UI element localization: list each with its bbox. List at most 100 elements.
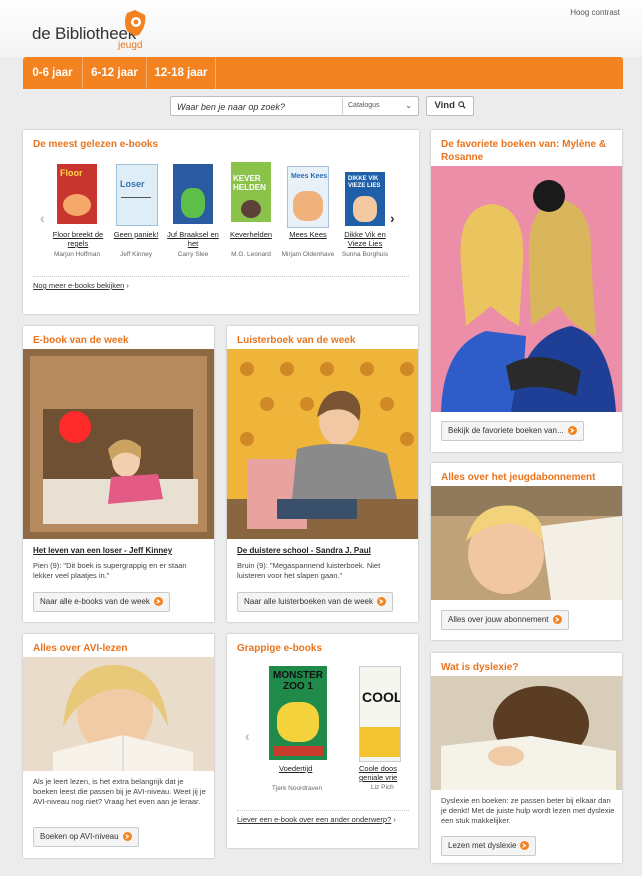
high-contrast-link[interactable]: Hoog contrast	[570, 8, 620, 17]
tab-0-6[interactable]: 0-6 jaar	[23, 57, 83, 89]
book-cover[interactable]	[173, 164, 213, 224]
favorites-photo-illustration	[431, 166, 622, 412]
subscription-photo-illustration	[431, 486, 622, 600]
book-author: Liz Pich	[371, 784, 394, 791]
book-title[interactable]: Mees Kees	[281, 230, 335, 239]
subscription-button[interactable]: Alles over jouw abonnement	[441, 610, 569, 630]
catalog-select-value: Catalogus	[348, 102, 380, 109]
divider	[237, 810, 409, 811]
avi-photo	[23, 657, 214, 771]
dyslexia-photo-illustration	[431, 676, 622, 790]
book-author: Carry Slee	[177, 251, 209, 258]
ebook-week-text: Pien (9): "Dit boek is supergrappig en e…	[33, 561, 187, 580]
audiobook-week-title: Luisterboek van de week	[237, 335, 356, 346]
audiobook-week-text: Bruin (9): "Megaspannend luisterboek. Ni…	[237, 561, 381, 580]
age-nav: 0-6 jaar 6-12 jaar 12-18 jaar	[23, 57, 623, 89]
favorites-button[interactable]: Bekijk de favoriete boeken van...	[441, 421, 584, 441]
dyslexia-button-label: Lezen met dyslexie	[448, 841, 517, 850]
dyslexia-card: Wat is dyslexie? Dyslexie en boeken: ze …	[431, 653, 622, 863]
catalog-select[interactable]: Catalogus ⌄	[342, 98, 416, 114]
logo-icon[interactable]	[123, 9, 147, 37]
carousel-next-icon[interactable]: ›	[390, 210, 395, 226]
dyslexia-text: Dyslexie en boeken: ze passen beter bij …	[441, 796, 615, 825]
ebook-week-button[interactable]: Naar alle e-books van de week	[33, 592, 170, 612]
book-author: Marjon Hoffman	[53, 251, 101, 258]
tab-12-18[interactable]: 12-18 jaar	[147, 57, 216, 89]
book-title[interactable]: Keverhelden	[224, 230, 278, 239]
book-cover[interactable]: DIKKE VIK VIEZE LIES	[345, 172, 385, 226]
carousel-prev-icon[interactable]: ‹	[245, 728, 250, 744]
subscription-card: Alles over het jeugdabonnement Alles ove…	[431, 463, 622, 640]
ebook-week-card: E-book van de week Het leven van een los…	[23, 326, 214, 622]
book-author: Jeff Kinney	[119, 251, 153, 258]
subscription-title: Alles over het jeugdabonnement	[441, 472, 596, 483]
ebook-week-photo-illustration	[23, 349, 214, 539]
book-cover[interactable]: MONSTER ZOO 1	[269, 666, 327, 760]
book-title[interactable]: Coole doos geniale vrie	[359, 764, 399, 782]
chevron-down-icon: ⌄	[405, 101, 412, 110]
book-author: Tjerk Noordraven	[271, 785, 323, 792]
arrow-right-icon	[153, 597, 163, 607]
book-cover[interactable]: COOL	[359, 666, 401, 762]
book-cover[interactable]: Loser	[116, 164, 158, 226]
book-cover-text: MONSTER ZOO 1	[273, 670, 323, 692]
search-button[interactable]: Vind	[426, 96, 474, 116]
avi-button[interactable]: Boeken op AVI-niveau	[33, 827, 139, 847]
audiobook-week-card: Luisterboek van de week De duistere scho…	[227, 326, 418, 622]
arrow-right-icon	[122, 832, 132, 842]
book-cover[interactable]: Mees Kees	[287, 166, 329, 228]
divider	[33, 276, 409, 277]
audiobook-week-book-link[interactable]: De duistere school - Sandra J. Paul	[237, 546, 371, 555]
avi-text: Als je leert lezen, is het extra belangr…	[33, 777, 206, 806]
book-cover[interactable]: KEVER HELDEN	[231, 162, 271, 222]
audiobook-week-photo-illustration	[227, 349, 418, 539]
dyslexia-title: Wat is dyslexie?	[441, 662, 519, 673]
funny-ebooks-title: Grappige e-books	[237, 643, 323, 654]
more-ebooks-link[interactable]: Nog meer e-books bekijken ›	[33, 281, 129, 290]
logo-subtitle: jeugd	[118, 40, 143, 51]
ebook-week-button-label: Naar alle e-books van de week	[40, 597, 150, 606]
avi-button-label: Boeken op AVI-niveau	[40, 832, 119, 841]
dyslexia-button[interactable]: Lezen met dyslexie	[441, 836, 537, 856]
book-title[interactable]: Floor breekt de regels	[51, 230, 105, 248]
book-title[interactable]: Voedertijd	[279, 764, 312, 773]
book-author: M.G. Leonard	[231, 251, 271, 258]
arrow-right-icon	[552, 615, 562, 625]
book-author: Sunna Borghuis	[341, 251, 389, 258]
carousel-prev-icon[interactable]: ‹	[40, 210, 45, 226]
book-title[interactable]: Dikke Vik en Vieze Lies	[338, 230, 392, 248]
ebook-week-title: E-book van de week	[33, 335, 129, 346]
more-ebooks-label: Nog meer e-books bekijken	[33, 281, 125, 290]
book-title[interactable]: Geen paniek!	[109, 230, 163, 239]
other-topic-label: Liever een e-book over een ander onderwe…	[237, 815, 392, 824]
book-title[interactable]: Juf Braaksel en het	[166, 230, 220, 248]
favorites-button-label: Bekijk de favoriete boeken van...	[448, 426, 564, 435]
arrow-right-icon	[567, 426, 577, 436]
favorites-title: De favoriete boeken van: Mylène & Rosann…	[441, 139, 607, 163]
tab-6-12[interactable]: 6-12 jaar	[83, 57, 147, 89]
ebook-week-book-link[interactable]: Het leven van een loser - Jeff Kinney	[33, 546, 172, 555]
arrow-right-icon	[520, 841, 530, 851]
other-topic-link[interactable]: Liever een e-book over een ander onderwe…	[237, 815, 396, 824]
audiobook-week-button[interactable]: Naar alle luisterboeken van de week	[237, 592, 393, 612]
book-cover-text: COOL	[362, 689, 401, 705]
subscription-button-label: Alles over jouw abonnement	[448, 615, 549, 624]
audiobook-week-photo	[227, 349, 418, 539]
search-icon	[457, 101, 466, 109]
avi-title: Alles over AVI-lezen	[33, 643, 128, 654]
avi-photo-illustration	[23, 657, 214, 771]
search-button-label: Vind	[434, 100, 455, 111]
funny-ebooks-card: Grappige e-books ‹ › MONSTER ZOO 1 Voede…	[227, 634, 418, 848]
book-cover[interactable]: Floor	[57, 164, 97, 224]
audiobook-week-button-label: Naar alle luisterboeken van de week	[244, 597, 373, 606]
arrow-right-icon	[376, 597, 386, 607]
subscription-photo	[431, 486, 622, 600]
search-input[interactable]	[175, 98, 339, 115]
search-box: Catalogus ⌄	[170, 96, 419, 116]
avi-card: Alles over AVI-lezen Als je leert lezen,…	[23, 634, 214, 858]
most-read-card: De meest gelezen e-books ‹ › Floor Floor…	[23, 130, 419, 314]
book-author: Mirjam Oldenhave	[281, 251, 335, 258]
favorites-photo	[431, 166, 622, 412]
dyslexia-photo	[431, 676, 622, 790]
favorites-card: De favoriete boeken van: Mylène & Rosann…	[431, 130, 622, 452]
